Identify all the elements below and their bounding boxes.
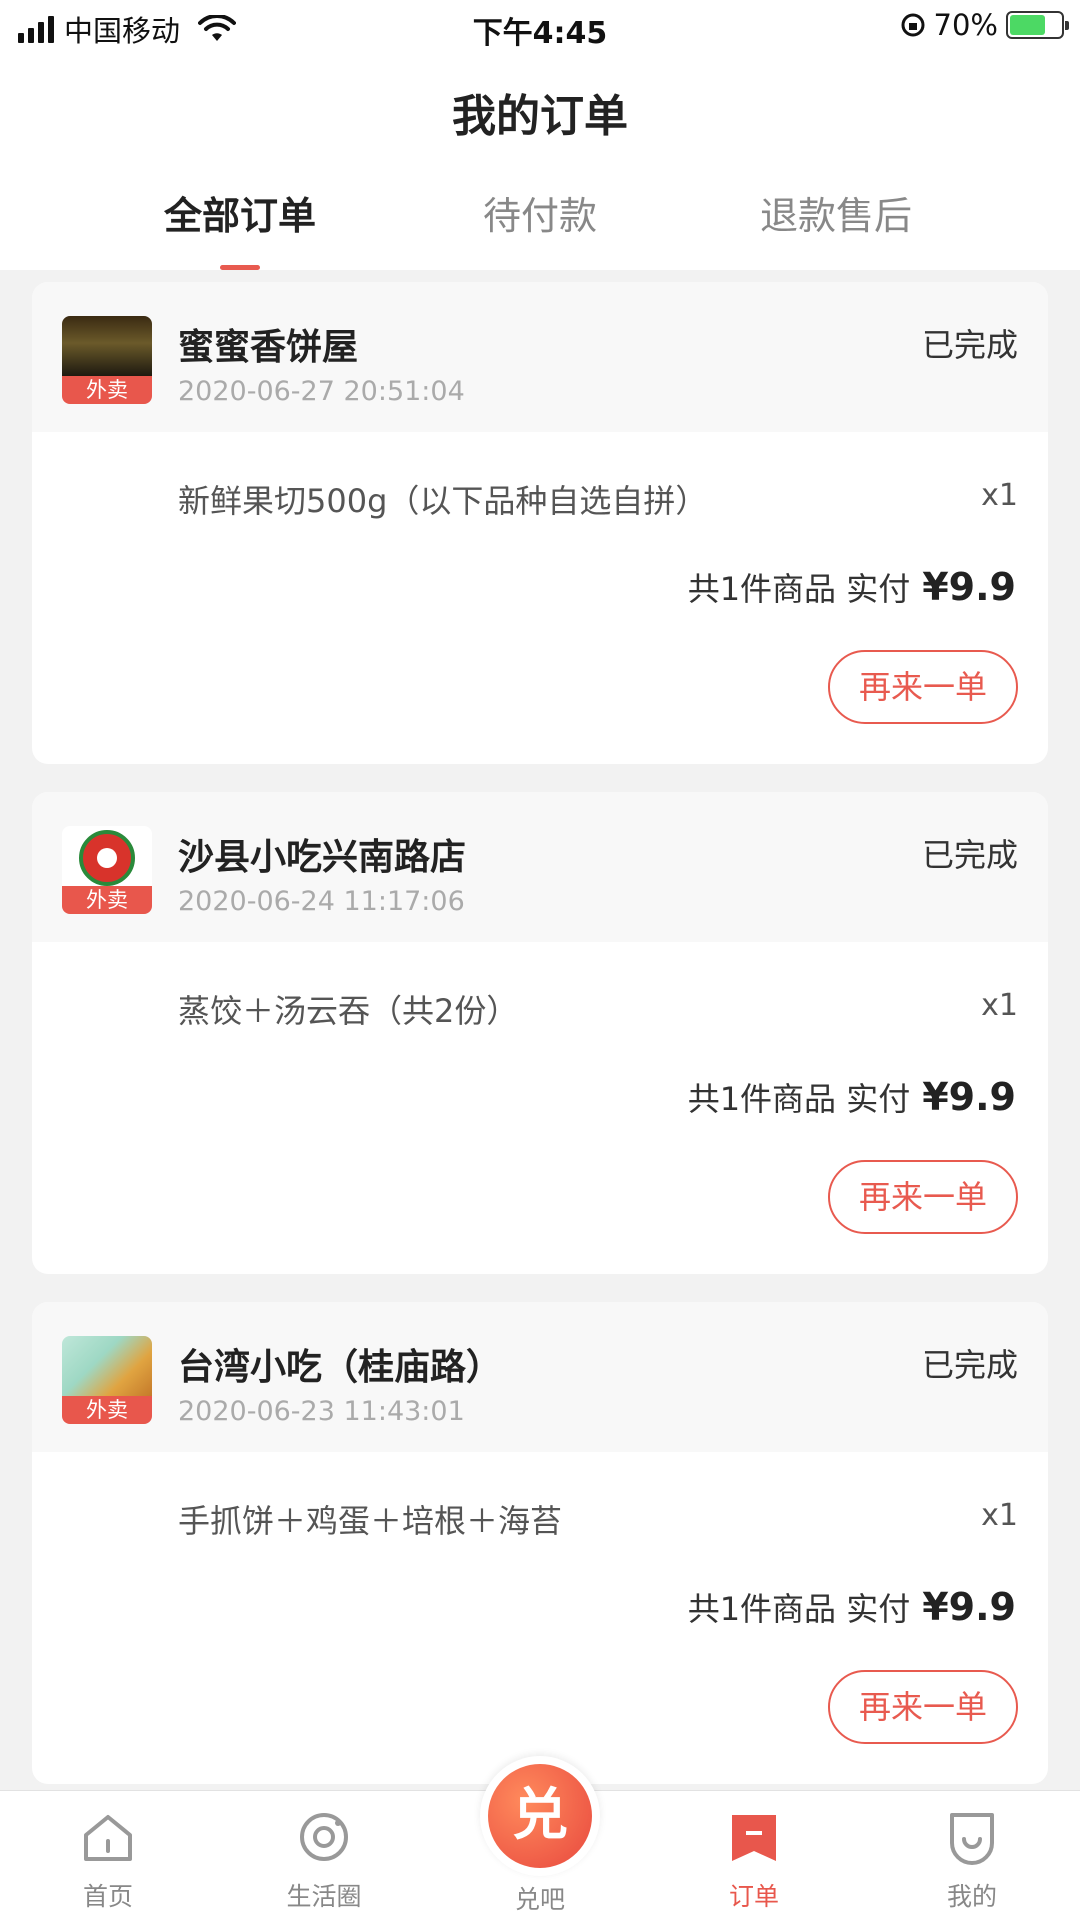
home-icon (84, 1815, 132, 1861)
battery-percent: 70% (933, 8, 998, 42)
nav-life-circle[interactable]: 生活圈 (254, 1809, 394, 1913)
order-price: ¥9.9 (922, 1585, 1016, 1629)
header: 我的订单 全部订单 待付款 退款售后 (0, 56, 1080, 270)
order-summary: 共1件商品 实付 ¥9.9 (688, 1584, 1016, 1630)
order-card-header: 外卖 台湾小吃（桂庙路） 2020-06-23 11:43:01 已完成 (32, 1302, 1048, 1452)
item-quantity: x1 (981, 1498, 1018, 1533)
order-card[interactable]: 外卖 蜜蜜香饼屋 2020-06-27 20:51:04 已完成 新鲜果切500… (32, 282, 1048, 764)
order-price: ¥9.9 (922, 1075, 1016, 1119)
order-status: 已完成 (921, 326, 1018, 364)
item-quantity: x1 (981, 478, 1018, 513)
tab-underline (220, 265, 260, 270)
order-time: 2020-06-27 20:51:04 (178, 376, 465, 407)
profile-icon (950, 1813, 994, 1865)
item-quantity: x1 (981, 988, 1018, 1023)
nav-label: 首页 (82, 1882, 133, 1911)
shop-name[interactable]: 蜜蜜香饼屋 (178, 318, 358, 370)
tab-pending-payment[interactable]: 待付款 (420, 180, 660, 270)
nav-label: 兑吧 (514, 1885, 565, 1914)
shop-name[interactable]: 沙县小吃兴南路店 (178, 828, 466, 880)
tab-refund-after-sale[interactable]: 退款售后 (716, 180, 956, 270)
tab-label: 全部订单 (163, 194, 316, 238)
status-bar: 中国移动 下午4:45 70% (0, 0, 1080, 56)
nav-orders[interactable]: 订单 (684, 1809, 824, 1913)
order-status: 已完成 (921, 1346, 1018, 1384)
status-right: 70% (900, 8, 1069, 42)
duiba-button[interactable]: 兑 (480, 1756, 600, 1876)
item-name: 蒸饺＋汤云吞（共2份） (178, 992, 519, 1030)
nav-profile[interactable]: 我的 (902, 1809, 1042, 1913)
rotation-lock-icon (901, 13, 925, 37)
order-price: ¥9.9 (922, 565, 1016, 609)
tab-label: 待付款 (482, 194, 597, 238)
shop-logo: 外卖 (62, 826, 152, 914)
order-tabs: 全部订单 待付款 退款售后 (0, 180, 1080, 270)
summary-label: 共1件商品 实付 (687, 1590, 911, 1628)
order-summary: 共1件商品 实付 ¥9.9 (688, 564, 1016, 610)
order-card[interactable]: 外卖 台湾小吃（桂庙路） 2020-06-23 11:43:01 已完成 手抓饼… (32, 1302, 1048, 1784)
reorder-button[interactable]: 再来一单 (828, 1160, 1018, 1234)
nav-home[interactable]: 首页 (38, 1809, 178, 1913)
order-summary: 共1件商品 实付 ¥9.9 (688, 1074, 1016, 1120)
order-status: 已完成 (921, 836, 1018, 874)
order-time: 2020-06-24 11:17:06 (178, 886, 465, 917)
takeout-tag: 外卖 (62, 886, 152, 914)
tab-all-orders[interactable]: 全部订单 (120, 180, 360, 270)
duiba-icon: 兑 (488, 1764, 592, 1868)
order-time: 2020-06-23 11:43:01 (178, 1396, 465, 1427)
order-card[interactable]: 外卖 沙县小吃兴南路店 2020-06-24 11:17:06 已完成 蒸饺＋汤… (32, 792, 1048, 1274)
item-name: 新鲜果切500g（以下品种自选自拼） (178, 482, 708, 520)
order-card-header: 外卖 沙县小吃兴南路店 2020-06-24 11:17:06 已完成 (32, 792, 1048, 942)
reorder-button[interactable]: 再来一单 (828, 650, 1018, 724)
orders-icon (732, 1815, 776, 1861)
shop-logo: 外卖 (62, 1336, 152, 1424)
nav-label: 我的 (946, 1882, 997, 1911)
page-title: 我的订单 (452, 91, 628, 142)
life-circle-icon (300, 1813, 348, 1861)
nav-label: 生活圈 (286, 1882, 362, 1911)
nav-label: 订单 (728, 1882, 779, 1911)
shop-logo: 外卖 (62, 316, 152, 404)
takeout-tag: 外卖 (62, 1396, 152, 1424)
tab-label: 退款售后 (759, 194, 912, 238)
shop-name[interactable]: 台湾小吃（桂庙路） (178, 1338, 502, 1390)
battery-icon (1006, 11, 1069, 39)
summary-label: 共1件商品 实付 (687, 1080, 911, 1118)
summary-label: 共1件商品 实付 (687, 570, 911, 608)
reorder-button[interactable]: 再来一单 (828, 1670, 1018, 1744)
order-card-header: 外卖 蜜蜜香饼屋 2020-06-27 20:51:04 已完成 (32, 282, 1048, 432)
shop-logo-mark (79, 830, 135, 886)
item-name: 手抓饼＋鸡蛋＋培根＋海苔 (178, 1502, 563, 1540)
orders-page: 中国移动 下午4:45 70% 我的订单 全部订单 待付款 退款售后 外卖 蜜蜜… (0, 0, 1080, 1920)
takeout-tag: 外卖 (62, 376, 152, 404)
